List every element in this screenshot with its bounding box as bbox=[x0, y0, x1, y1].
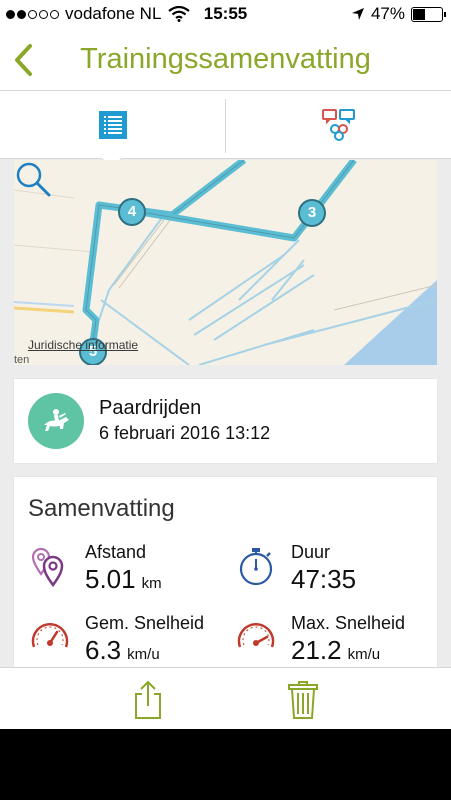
metric-label: Duur bbox=[291, 542, 331, 562]
metric-number: 47:35 bbox=[291, 564, 357, 594]
navigation-bar: Trainingssamenvatting bbox=[0, 30, 451, 91]
route-map[interactable]: ten 4 3 5 Juridische informatie bbox=[14, 160, 437, 365]
metric-number: 21.2 bbox=[291, 635, 342, 665]
metric-value: 21.2 km/u bbox=[291, 635, 380, 666]
metric-distance: Afstand 5.01 km bbox=[28, 542, 228, 602]
svg-text:ten: ten bbox=[14, 354, 29, 365]
bottom-toolbar bbox=[0, 667, 451, 730]
metric-max-speed: Max. Snelheid 21.2 km/u bbox=[234, 613, 434, 673]
activity-date: 6 februari 2016 13:12 bbox=[99, 423, 271, 443]
page-title: Trainingssamenvatting bbox=[80, 43, 371, 75]
route-marker[interactable]: 3 bbox=[298, 199, 326, 227]
metric-number: 6.3 bbox=[85, 635, 122, 665]
view-tabs bbox=[0, 91, 451, 170]
tab-social[interactable] bbox=[226, 91, 451, 158]
activity-card: Paardrijden 6 februari 2016 13:12 bbox=[14, 379, 437, 463]
list-icon bbox=[98, 110, 127, 139]
activity-name: Paardrijden bbox=[99, 397, 202, 419]
battery-percent: 47% bbox=[370, 4, 405, 23]
route-marker-label: 4 bbox=[127, 203, 137, 220]
share-button[interactable] bbox=[128, 680, 168, 720]
stopwatch-icon bbox=[239, 548, 273, 586]
app-screen: vodafone NL 15:55 47% Trainingssamenvatt… bbox=[0, 0, 451, 800]
metric-value: 47:35 bbox=[291, 564, 362, 595]
share-icon bbox=[135, 680, 161, 719]
battery-level bbox=[413, 8, 426, 20]
metric-label: Max. Snelheid bbox=[291, 613, 406, 633]
summary-card: Samenvatting Afstand 5.01 km Duur 47:35 bbox=[14, 477, 437, 677]
location-pins-icon bbox=[31, 547, 64, 588]
bottom-blackout bbox=[0, 729, 451, 800]
summary-title: Samenvatting bbox=[28, 495, 175, 522]
battery-icon bbox=[411, 6, 446, 22]
trash-icon bbox=[288, 681, 318, 719]
map-canvas: ten bbox=[14, 160, 437, 365]
metric-value: 5.01 km bbox=[85, 564, 162, 595]
tab-summary[interactable] bbox=[0, 91, 225, 170]
speedometer-icon bbox=[31, 623, 69, 648]
metric-unit: km/u bbox=[347, 646, 381, 663]
metric-unit: km/u bbox=[127, 646, 160, 663]
legal-info-link[interactable]: Juridische informatie bbox=[28, 338, 138, 352]
metric-value: 6.3 km/u bbox=[85, 635, 160, 666]
location-arrow-icon bbox=[351, 8, 364, 20]
status-bar: vodafone NL 15:55 47% bbox=[0, 0, 451, 30]
metric-label: Afstand bbox=[85, 542, 147, 562]
speedometer-icon bbox=[237, 623, 275, 648]
activity-badge bbox=[28, 393, 84, 449]
status-right: 47% bbox=[351, 4, 446, 24]
delete-button[interactable] bbox=[283, 680, 323, 720]
metric-number: 5.01 bbox=[85, 564, 136, 594]
social-bubbles-icon bbox=[321, 108, 355, 141]
magnifier-icon[interactable] bbox=[14, 160, 52, 198]
metric-label: Gem. Snelheid bbox=[85, 613, 205, 633]
metric-avg-speed: Gem. Snelheid 6.3 km/u bbox=[28, 613, 228, 673]
metric-duration: Duur 47:35 bbox=[234, 542, 434, 602]
route-marker-label: 3 bbox=[307, 204, 317, 221]
metric-unit: km bbox=[141, 575, 162, 592]
horse-riding-icon bbox=[44, 409, 69, 431]
route-marker[interactable]: 4 bbox=[118, 198, 146, 226]
